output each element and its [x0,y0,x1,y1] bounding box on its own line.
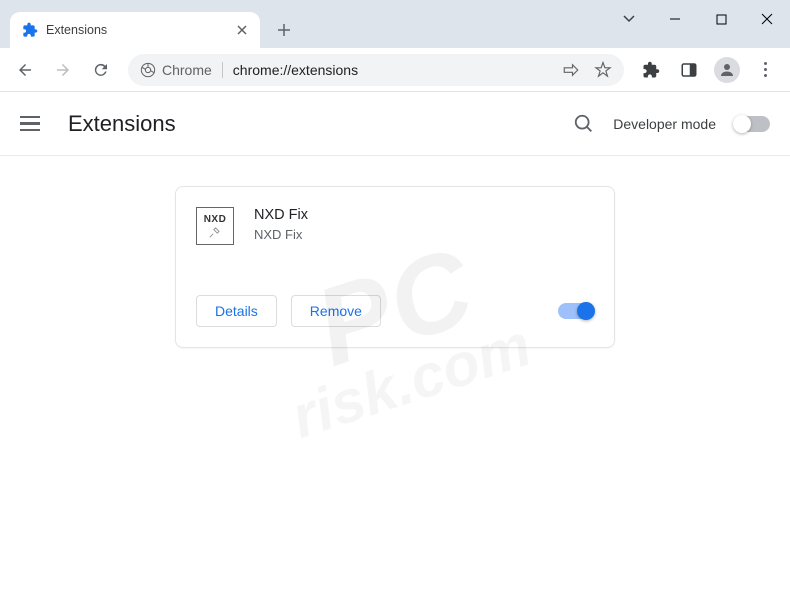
extension-card: NXD NXD Fix NXD Fix Details Remove [175,186,615,348]
browser-toolbar: Chrome chrome://extensions [0,48,790,92]
omnibox-prefix: Chrome [140,62,223,78]
chrome-menu-button[interactable] [748,53,782,87]
extension-icon-text: NXD [204,214,227,225]
hammer-icon [208,225,222,239]
omnibox-prefix-label: Chrome [162,62,212,78]
reload-icon [92,61,110,79]
back-button[interactable] [8,53,42,87]
omnibox-actions [562,61,612,79]
reload-button[interactable] [84,53,118,87]
forward-button[interactable] [46,53,80,87]
search-icon[interactable] [573,113,595,135]
developer-mode-toggle[interactable] [734,116,770,132]
details-button[interactable]: Details [196,295,277,327]
bookmark-star-icon[interactable] [594,61,612,79]
browser-tab[interactable]: Extensions [10,12,260,48]
hamburger-icon [20,116,40,119]
plus-icon [277,23,291,37]
tab-title: Extensions [46,23,234,37]
close-tab-button[interactable] [234,22,250,38]
remove-button[interactable]: Remove [291,295,381,327]
panel-icon [680,61,698,79]
extension-enable-toggle[interactable] [558,303,594,319]
arrow-right-icon [54,61,72,79]
extension-icon: NXD [196,207,234,245]
main-menu-button[interactable] [20,112,44,136]
maximize-button[interactable] [698,0,744,38]
close-icon [761,13,773,25]
extension-puzzle-icon [22,22,38,38]
avatar-icon [714,57,740,83]
address-bar[interactable]: Chrome chrome://extensions [128,54,624,86]
tab-search-button[interactable] [606,0,652,38]
window-titlebar: Extensions [0,0,790,48]
extensions-page-header: Extensions Developer mode [0,92,790,156]
page-title: Extensions [68,111,176,137]
chrome-icon [140,62,156,78]
minimize-icon [669,13,681,25]
share-icon[interactable] [562,61,580,79]
chevron-down-icon [623,15,635,23]
extensions-list: NXD NXD Fix NXD Fix Details Remove [0,156,790,378]
extension-actions: Details Remove [196,295,594,327]
extension-description: NXD Fix [254,227,308,242]
close-icon [237,25,247,35]
window-controls [606,0,790,48]
extension-name: NXD Fix [254,207,308,223]
omnibox-url: chrome://extensions [233,62,358,78]
extension-info: NXD NXD Fix NXD Fix [196,207,594,245]
extension-text: NXD Fix NXD Fix [254,207,308,245]
header-actions: Developer mode [573,113,770,135]
minimize-button[interactable] [652,0,698,38]
extensions-toolbar-button[interactable] [634,53,668,87]
maximize-icon [716,14,727,25]
profile-button[interactable] [710,53,744,87]
close-window-button[interactable] [744,0,790,38]
developer-mode-label: Developer mode [613,116,716,132]
dots-vertical-icon [764,62,767,77]
arrow-left-icon [16,61,34,79]
new-tab-button[interactable] [270,16,298,44]
side-panel-button[interactable] [672,53,706,87]
puzzle-icon [642,61,660,79]
